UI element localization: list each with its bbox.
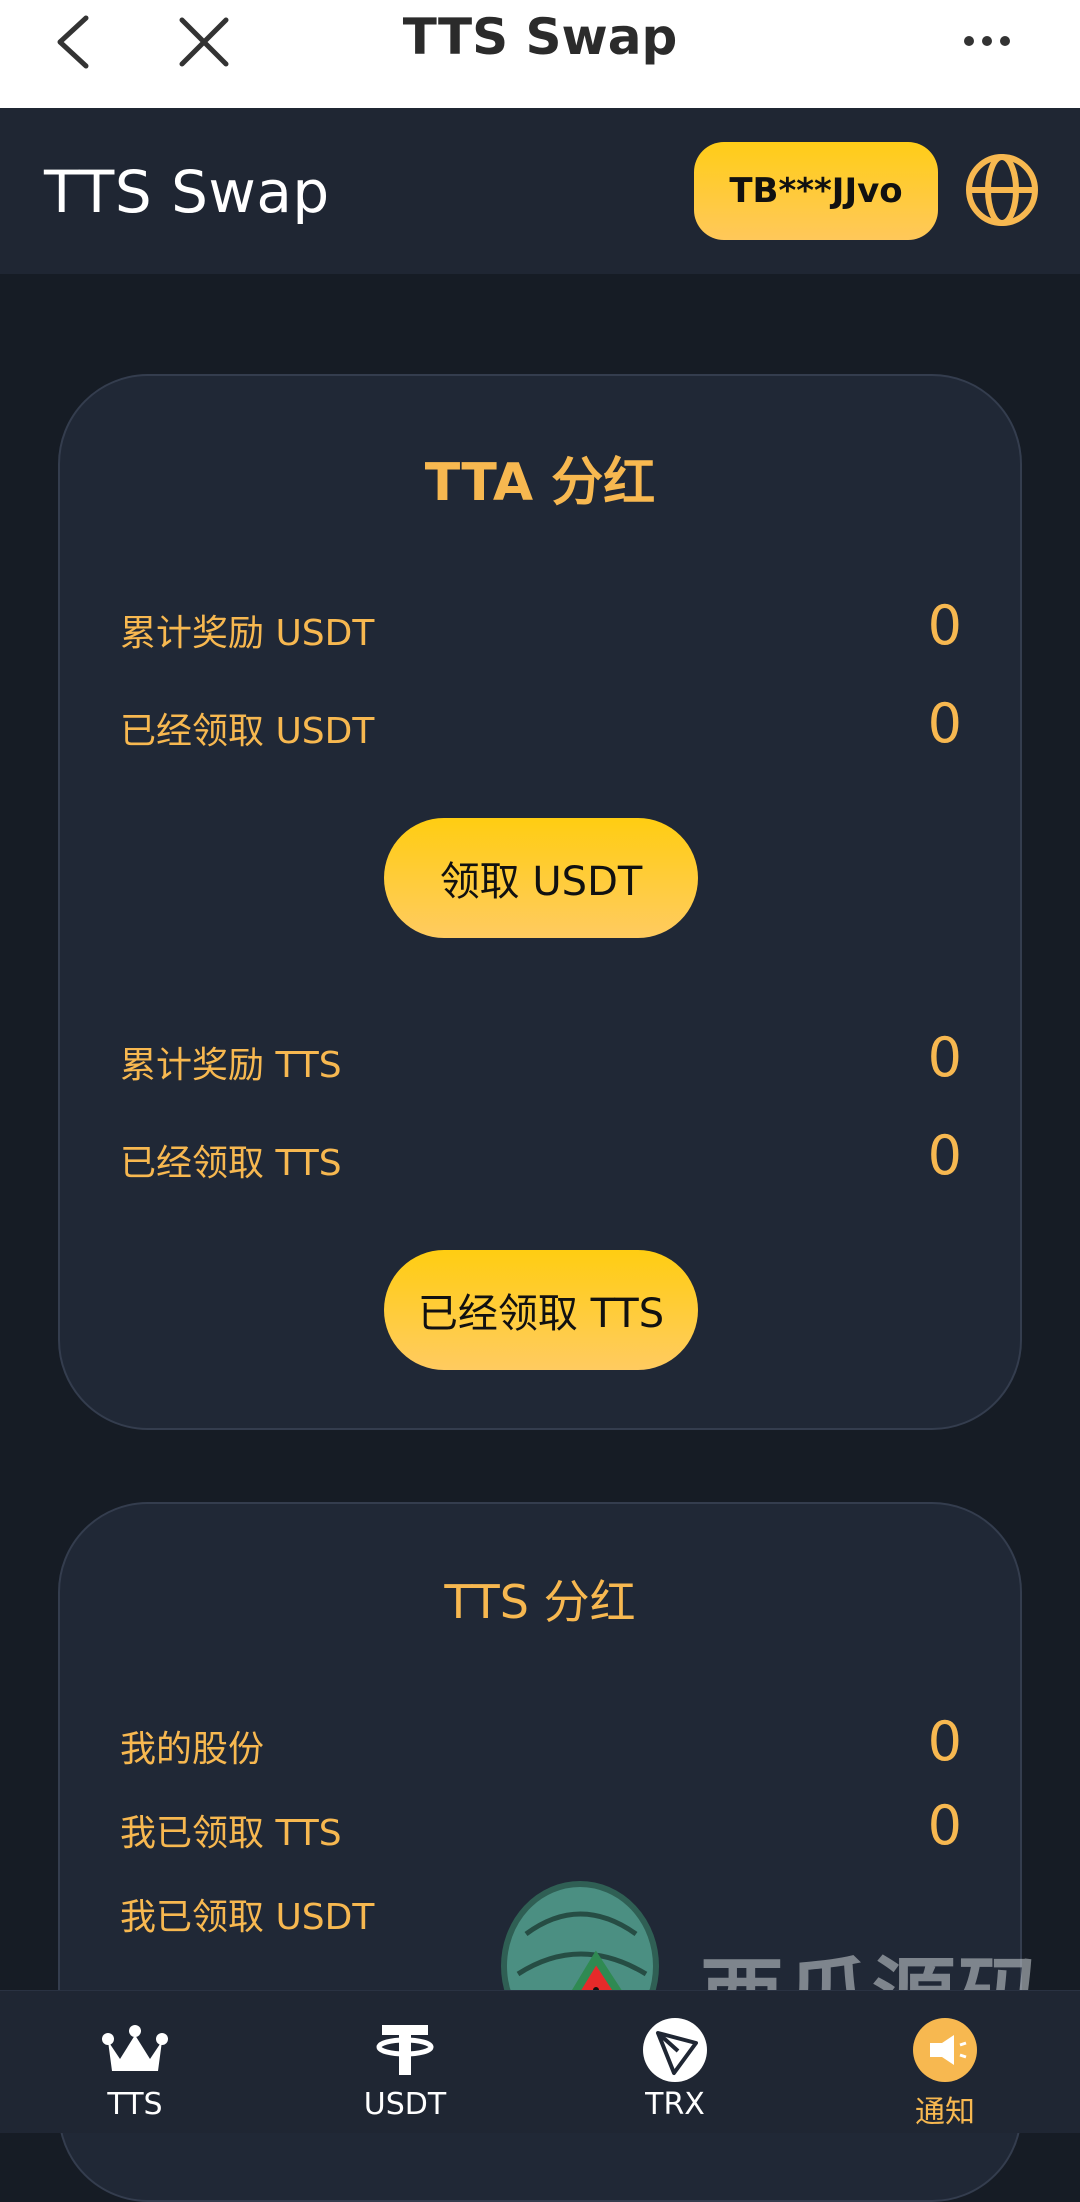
nav-label-notice: 通知: [915, 2095, 975, 2130]
nav-label-tts: TTS: [107, 2087, 163, 2122]
nav-item-trx[interactable]: TRX: [540, 1991, 810, 2133]
more-icon[interactable]: [962, 26, 1012, 56]
claim-tts-button[interactable]: 已经领取 TTS: [384, 1250, 698, 1370]
my-claimed-tts-value: 0: [927, 1794, 962, 1857]
tether-icon: [376, 2025, 434, 2075]
claimed-usdt-value: 0: [927, 692, 962, 755]
my-shares-label: 我的股份: [120, 1729, 265, 1770]
nav-label-trx: TRX: [645, 2087, 705, 2122]
crown-icon: [102, 2025, 168, 2071]
nav-item-notice[interactable]: 通知: [810, 1991, 1080, 2133]
globe-icon[interactable]: [964, 152, 1040, 228]
claimed-tts-label: 已经领取 TTS: [120, 1143, 342, 1184]
app-header: TTS Swap TB***JJvo: [0, 108, 1080, 274]
total-reward-usdt-label: 累计奖励 USDT: [120, 613, 375, 654]
wallet-address-button[interactable]: TB***JJvo: [694, 142, 938, 240]
browser-title: TTS Swap: [402, 8, 678, 66]
tts-card-title: TTS 分红: [444, 1575, 636, 1629]
tta-dividend-card: TTA 分红 累计奖励 USDT 0 已经领取 USDT 0 领取 USDT 累…: [58, 374, 1022, 1430]
tron-icon: [643, 2018, 707, 2082]
nav-item-usdt[interactable]: USDT: [270, 1991, 540, 2133]
total-reward-usdt-value: 0: [927, 594, 962, 657]
app-title: TTS Swap: [44, 158, 330, 226]
total-reward-tts-label: 累计奖励 TTS: [120, 1045, 342, 1086]
my-claimed-tts-label: 我已领取 TTS: [120, 1813, 342, 1854]
total-reward-tts-value: 0: [927, 1026, 962, 1089]
my-shares-value: 0: [927, 1710, 962, 1773]
claimed-usdt-label: 已经领取 USDT: [120, 711, 375, 752]
megaphone-icon: [913, 2018, 977, 2082]
nav-item-tts[interactable]: TTS: [0, 1991, 270, 2133]
bottom-nav: TTS USDT TRX 通知: [0, 1990, 1080, 2133]
tta-card-title: TTA 分红: [424, 453, 656, 513]
nav-label-usdt: USDT: [363, 2087, 447, 2122]
claim-usdt-button[interactable]: 领取 USDT: [384, 818, 698, 938]
my-claimed-usdt-label: 我已领取 USDT: [120, 1897, 375, 1938]
browser-bar: TTS Swap: [0, 0, 1080, 108]
claimed-tts-value: 0: [927, 1124, 962, 1187]
